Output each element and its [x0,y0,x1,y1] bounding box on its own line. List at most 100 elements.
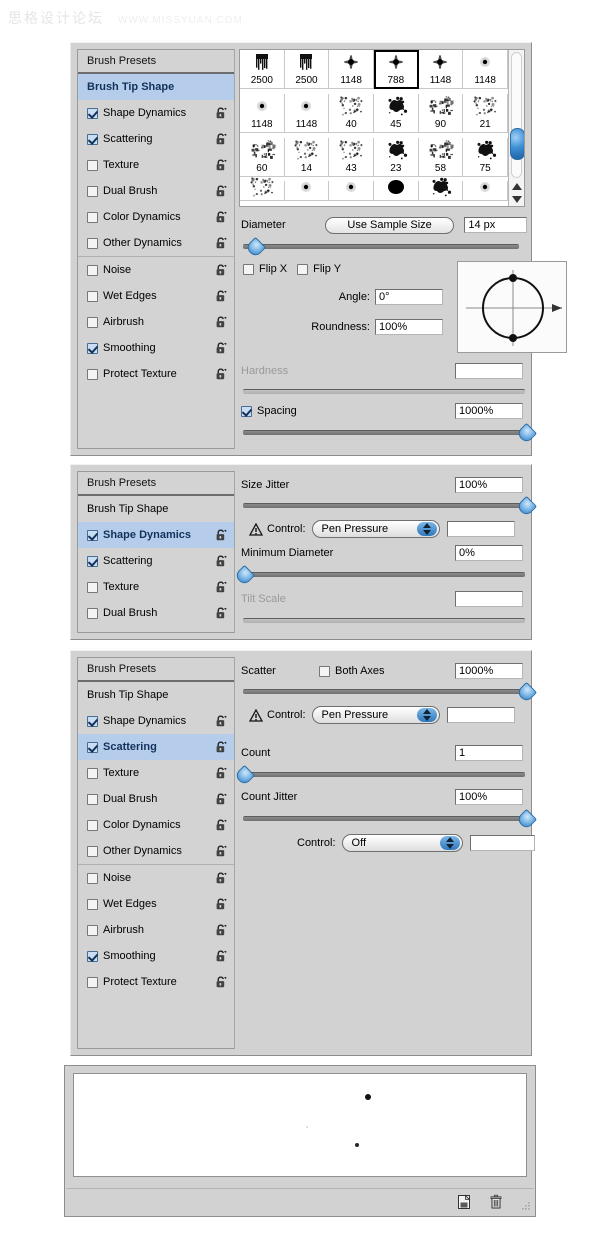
brush-preset-cell[interactable]: 45 [374,93,419,133]
brush-preset-cell[interactable]: 788 [374,50,419,89]
slider-knob[interactable] [515,495,538,518]
slider-track[interactable] [243,389,525,394]
slider-knob[interactable] [233,764,256,787]
brush-preset-cell[interactable]: 1148 [240,93,285,133]
count-jitter-input[interactable]: 100% [455,789,523,805]
checkbox-box[interactable] [87,555,98,567]
sidebar-item-brush-presets[interactable]: Brush Presets [78,658,234,682]
checkbox-box[interactable] [87,793,98,805]
tilt-scale-slider[interactable] [243,614,525,627]
count-input[interactable]: 1 [455,745,523,761]
sidebar-item-color-dynamics[interactable]: Color Dynamics [78,204,234,230]
control2-extra-input[interactable] [470,835,535,851]
brush-preset-cell[interactable]: 40 [329,93,374,133]
brush-thumbnail-grid[interactable]: 2500 2500 1148 788 1148 1148 1148 1148 40 45 90 21 6… [240,50,508,206]
chevron-updown-icon[interactable] [416,708,437,722]
lock-icon[interactable] [215,107,228,119]
brush-preset-cell[interactable] [329,181,374,202]
checkbox-box[interactable] [87,107,98,119]
checkbox-box[interactable] [87,316,98,328]
control2-select[interactable]: Off [341,834,464,852]
checkbox-box[interactable] [87,898,98,910]
sidebar-item-texture[interactable]: Texture [78,574,234,600]
brush-preset-cell[interactable]: 2500 [240,50,285,89]
checkbox-box[interactable] [297,263,309,275]
sidebar-item-dual-brush[interactable]: Dual Brush [78,600,234,626]
lock-icon[interactable] [215,607,228,619]
scatter-slider[interactable] [243,681,538,704]
checkbox-box[interactable] [87,133,98,145]
new-brush-icon[interactable] [456,1194,472,1210]
checkbox-box[interactable] [87,924,98,936]
lock-icon[interactable] [215,976,228,988]
slider-track[interactable] [243,772,525,777]
resize-grip-icon[interactable] [519,1200,531,1212]
spacing-input[interactable]: 1000% [455,403,523,419]
spacing-slider[interactable] [243,422,538,445]
brush-preset-cell[interactable] [418,178,464,202]
sidebar-item-color-dynamics[interactable]: Color Dynamics [78,812,234,838]
checkbox-box[interactable] [87,581,98,593]
sidebar-item-airbrush[interactable]: Airbrush [78,309,234,335]
minimum-diameter-input[interactable]: 0% [455,545,523,561]
sidebar-item-texture[interactable]: Texture [78,152,234,178]
count-jitter-slider[interactable] [243,808,538,831]
trash-icon[interactable] [488,1194,504,1210]
checkbox-box[interactable] [87,872,98,884]
sidebar-item-shape-dynamics[interactable]: Shape Dynamics [78,522,234,548]
hardness-slider[interactable] [243,385,525,398]
sidebar-item-brush-tip-shape[interactable]: Brush Tip Shape [78,496,234,522]
lock-icon[interactable] [215,159,228,171]
lock-icon[interactable] [215,555,228,567]
sidebar-item-dual-brush[interactable]: Dual Brush [78,178,234,204]
spacing-checkbox[interactable]: Spacing [241,405,455,417]
checkbox-box[interactable] [87,342,98,354]
sidebar-item-brush-tip-shape[interactable]: Brush Tip Shape [78,74,234,100]
slider-track[interactable] [243,430,525,435]
checkbox-box[interactable] [87,741,98,753]
size-jitter-input[interactable]: 100% [455,477,523,493]
sidebar-item-texture[interactable]: Texture [78,760,234,786]
brush-preset-cell[interactable]: 23 [374,137,419,177]
checkbox-box[interactable] [87,819,98,831]
slider-track[interactable] [243,689,525,694]
sidebar-item-brush-presets[interactable]: Brush Presets [78,50,234,74]
checkbox-box[interactable] [87,290,98,302]
control-extra-input[interactable] [446,707,515,723]
lock-icon[interactable] [215,715,228,727]
checkbox-box[interactable] [87,845,98,857]
lock-icon[interactable] [215,316,228,328]
control-select[interactable]: Pen Pressure [311,520,440,538]
brush-preset-cell[interactable]: 1148 [329,50,374,89]
chevron-updown-icon[interactable] [440,836,461,850]
lock-icon[interactable] [215,819,228,831]
sidebar-item-smoothing[interactable]: Smoothing [78,335,234,361]
lock-icon[interactable] [215,950,228,962]
scroll-up-arrow-icon[interactable] [512,183,522,190]
flip-y-checkbox[interactable]: Flip Y [297,263,341,275]
lock-icon[interactable] [215,185,228,197]
sidebar-item-brush-presets[interactable]: Brush Presets [78,472,234,496]
slider-track[interactable] [243,618,525,623]
sidebar-item-airbrush[interactable]: Airbrush [78,917,234,943]
checkbox-box[interactable] [87,976,98,988]
hardness-input[interactable] [455,363,523,379]
size-jitter-slider[interactable] [243,495,538,518]
brush-preset-cell[interactable] [463,181,508,202]
slider-track[interactable] [243,244,519,249]
roundness-input[interactable]: 100% [375,319,443,335]
brush-preset-cell[interactable] [374,180,419,202]
angle-roundness-diagram-icon[interactable] [458,262,568,354]
use-sample-size-button[interactable]: Use Sample Size [324,216,455,234]
both-axes-checkbox[interactable]: Both Axes [319,665,455,677]
control-extra-input[interactable] [446,521,515,537]
sidebar-item-brush-tip-shape[interactable]: Brush Tip Shape [78,682,234,708]
slider-knob[interactable] [233,564,256,587]
brush-preset-cell[interactable]: 2500 [284,50,330,89]
brush-preset-cell[interactable]: 14 [284,137,330,177]
brush-preset-grid[interactable]: 2500 2500 1148 788 1148 1148 1148 1148 40 45 90 21 6… [239,49,525,207]
sidebar-item-scattering[interactable]: Scattering [78,548,234,574]
sidebar-item-shape-dynamics[interactable]: Shape Dynamics [78,708,234,734]
lock-icon[interactable] [215,529,228,541]
diameter-input[interactable]: 14 px [464,217,528,233]
